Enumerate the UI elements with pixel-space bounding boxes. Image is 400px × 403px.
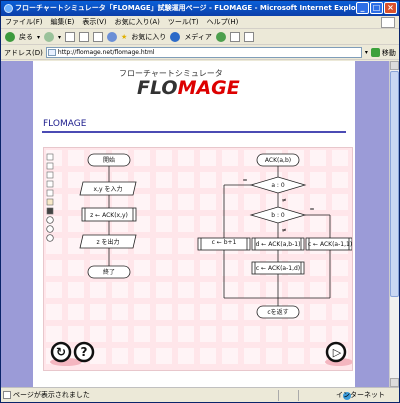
go-label: 移動 — [381, 48, 396, 57]
cond-b-label: b : 0 — [271, 212, 285, 219]
flomage-logo: FLOMAGE — [137, 77, 240, 99]
search-icon[interactable] — [107, 32, 118, 42]
page-heading: FLOMAGE — [43, 119, 87, 129]
help-icon: ? — [81, 345, 88, 359]
media-icon[interactable] — [170, 32, 181, 42]
menu-help[interactable]: ヘルプ(H) — [207, 16, 239, 28]
go-arrow-icon — [370, 48, 380, 57]
minimize-button[interactable]: _ — [356, 2, 369, 14]
palette-process[interactable] — [46, 162, 54, 170]
address-input[interactable]: http://flomage.net/flomage.html — [45, 47, 362, 58]
mail-icon[interactable] — [229, 32, 240, 42]
scroll-up-icon[interactable] — [390, 61, 399, 70]
c2-label: c ← ACK(a-1,1) — [308, 241, 352, 248]
status-divider — [278, 390, 279, 401]
status-text: ページが表示されました — [13, 391, 90, 399]
menu-tools[interactable]: ツール(T) — [168, 16, 199, 28]
home-icon[interactable] — [93, 32, 104, 42]
chevron-down-icon[interactable]: ▾ — [58, 30, 61, 45]
palette-terminal[interactable] — [46, 153, 54, 161]
zoom-out-icon[interactable] — [46, 234, 54, 242]
call-label: z ← ACK(x,y) — [90, 212, 128, 219]
output-label: z を出力 — [96, 238, 119, 246]
vertical-scrollbar[interactable] — [389, 61, 399, 387]
info-icon[interactable] — [46, 216, 54, 224]
menu-file[interactable]: ファイル(F) — [5, 16, 43, 28]
logo-right: MAGE — [177, 77, 240, 99]
palette-loop[interactable] — [46, 198, 54, 206]
zoom-in-icon[interactable] — [46, 225, 54, 233]
chevron-down-icon[interactable]: ▾ — [365, 46, 368, 60]
rotate-icon: ↻ — [56, 345, 66, 359]
page-icon — [47, 49, 56, 56]
return-label: cを返す — [267, 309, 288, 316]
end-label: 終了 — [103, 268, 115, 276]
media-button-label[interactable]: メディア — [184, 30, 212, 45]
func-label: ACK(a,b) — [265, 157, 291, 164]
zone-text: インターネット — [336, 391, 385, 399]
play-icon: ▷ — [333, 346, 342, 359]
logo-left: FLO — [137, 77, 178, 99]
flowchart-simulator[interactable]: 開始 x,y を入力 z ← ACK(x,y) z を出力 終了 ACK(a,b… — [43, 147, 353, 371]
toolbar: 戻る ▾ ▾ ★ お気に入り メディア — [1, 30, 399, 45]
c1-label: c ← b+1 — [212, 239, 237, 246]
ie-icon — [4, 4, 13, 13]
scroll-down-icon[interactable] — [390, 378, 399, 387]
forward-arrow-icon[interactable] — [44, 32, 55, 42]
cond-a-label: a : 0 — [271, 182, 285, 189]
address-url[interactable]: http://flomage.net/flomage.html — [58, 49, 155, 56]
back-arrow-icon[interactable] — [5, 32, 15, 42]
menu-favorites[interactable]: お気に入り(A) — [115, 16, 160, 28]
back-button-label[interactable]: 戻る — [19, 30, 33, 45]
page-body: フローチャートシミュレータ FLOMAGE FLOMAGE 開始 x,y を入力… — [33, 61, 355, 387]
palette-subroutine[interactable] — [46, 189, 54, 197]
sim-grid — [44, 148, 352, 370]
address-bar: アドレス(D) http://flomage.net/flomage.html … — [1, 46, 399, 60]
page-viewport: フローチャートシミュレータ FLOMAGE FLOMAGE 開始 x,y を入力… — [1, 61, 389, 387]
ne-label-a: ≠ — [281, 197, 286, 204]
heading-underline — [42, 131, 346, 133]
eq-label-b: = — [309, 206, 314, 213]
status-divider — [298, 390, 299, 401]
menu-view[interactable]: 表示(V) — [82, 16, 106, 28]
browser-window: フローチャートシミュレータ「FLOMAGE」試験運用ページ - FLOMAGE … — [0, 0, 400, 403]
star-icon[interactable]: ★ — [121, 30, 127, 45]
palette-connector[interactable] — [46, 207, 54, 215]
menu-edit[interactable]: 編集(E) — [51, 16, 75, 28]
window-title: フローチャートシミュレータ「FLOMAGE」試験運用ページ - FLOMAGE … — [15, 4, 368, 12]
page-done-icon — [3, 391, 11, 399]
input-label: x,y を入力 — [94, 185, 123, 193]
address-label: アドレス(D) — [4, 48, 43, 57]
favorites-button-label[interactable]: お気に入り — [131, 30, 166, 45]
windows-logo-icon — [381, 17, 395, 28]
history-icon[interactable] — [215, 32, 226, 42]
scroll-thumb[interactable] — [390, 71, 399, 297]
ne-label-b: ≠ — [281, 227, 286, 234]
status-bar: ページが表示されました インターネット — [1, 387, 399, 402]
start-label: 開始 — [103, 156, 115, 164]
palette-io[interactable] — [46, 171, 54, 179]
go-button[interactable]: 移動 — [370, 46, 396, 60]
print-icon[interactable] — [243, 32, 254, 42]
eq-label-a: = — [242, 177, 247, 184]
title-bar: フローチャートシミュレータ「FLOMAGE」試験運用ページ - FLOMAGE … — [1, 1, 399, 16]
chevron-down-icon[interactable]: ▾ — [37, 30, 40, 45]
refresh-icon[interactable] — [79, 32, 90, 42]
stop-icon[interactable] — [65, 32, 76, 42]
maximize-button[interactable]: □ — [370, 2, 383, 14]
d-label: d ← ACK(a,b-1) — [256, 241, 301, 248]
close-button[interactable]: × — [384, 2, 397, 14]
c3-label: c ← ACK(a-1,d) — [256, 265, 300, 272]
palette-decision[interactable] — [46, 180, 54, 188]
menu-bar: ファイル(F) 編集(E) 表示(V) お気に入り(A) ツール(T) ヘルプ(… — [1, 16, 399, 29]
